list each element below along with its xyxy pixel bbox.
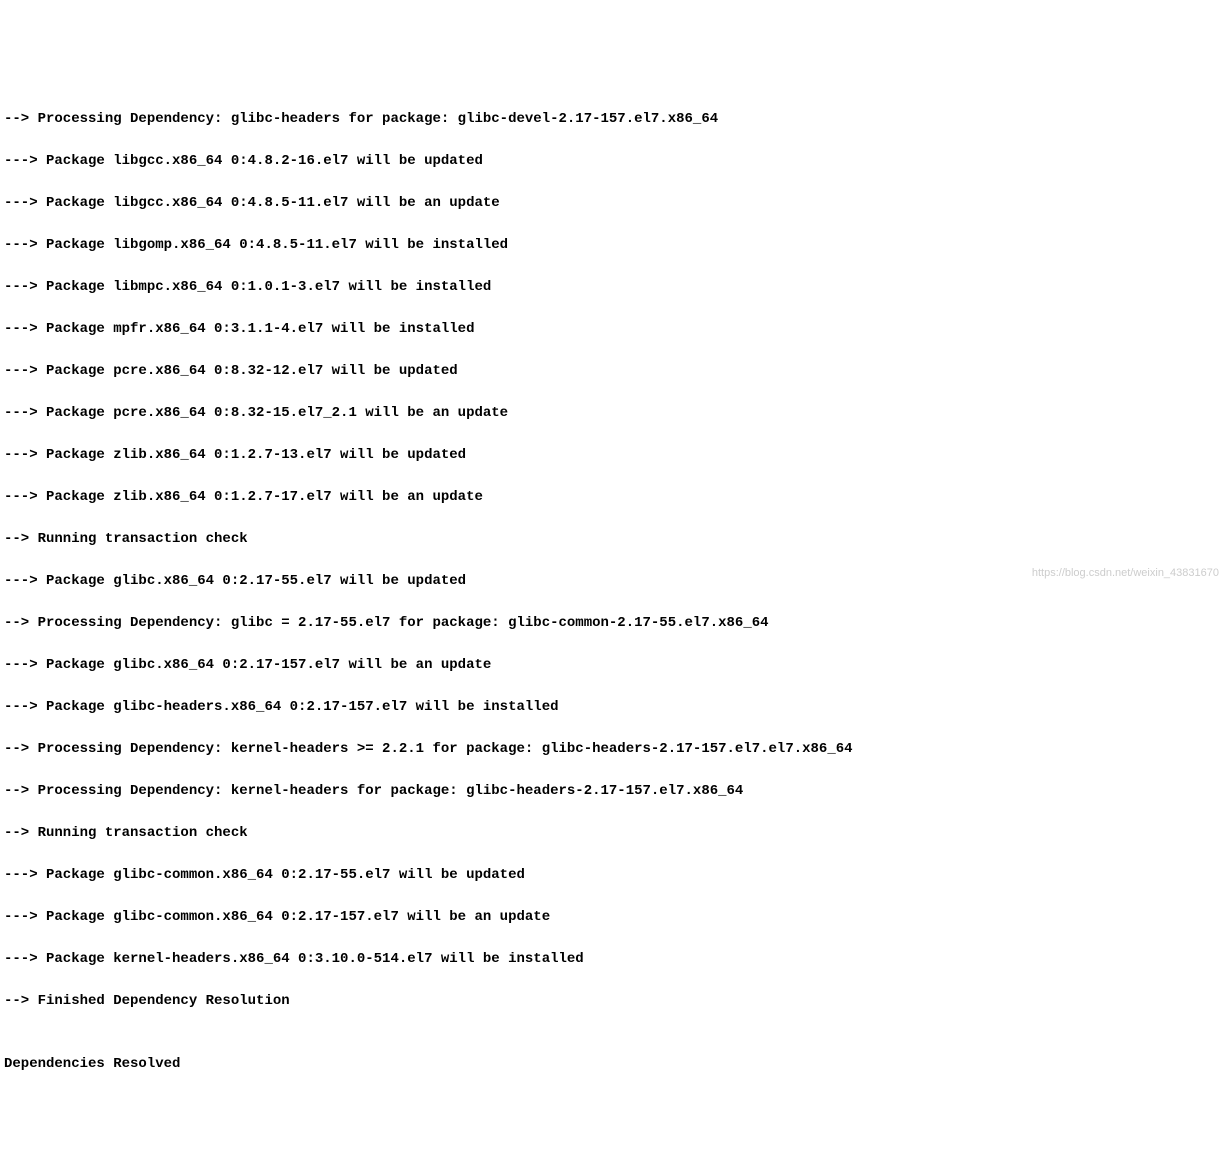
output-line: --> Processing Dependency: kernel-header… bbox=[4, 781, 1225, 802]
output-line: ---> Package zlib.x86_64 0:1.2.7-17.el7 … bbox=[4, 487, 1225, 508]
output-line: ---> Package libgomp.x86_64 0:4.8.5-11.e… bbox=[4, 235, 1225, 256]
output-line: --> Running transaction check bbox=[4, 823, 1225, 844]
output-line: --> Processing Dependency: glibc = 2.17-… bbox=[4, 613, 1225, 634]
output-line: ---> Package zlib.x86_64 0:1.2.7-13.el7 … bbox=[4, 445, 1225, 466]
output-line: --> Processing Dependency: glibc-headers… bbox=[4, 109, 1225, 130]
watermark-text: https://blog.csdn.net/weixin_43831670 bbox=[1032, 565, 1219, 582]
output-line: ---> Package glibc.x86_64 0:2.17-157.el7… bbox=[4, 655, 1225, 676]
output-line: ---> Package pcre.x86_64 0:8.32-12.el7 w… bbox=[4, 361, 1225, 382]
output-line: ---> Package glibc-headers.x86_64 0:2.17… bbox=[4, 697, 1225, 718]
output-line: --> Finished Dependency Resolution bbox=[4, 991, 1225, 1012]
output-line: --> Processing Dependency: kernel-header… bbox=[4, 739, 1225, 760]
terminal-output: --> Processing Dependency: glibc-headers… bbox=[4, 88, 1225, 1096]
output-line: ---> Package mpfr.x86_64 0:3.1.1-4.el7 w… bbox=[4, 319, 1225, 340]
output-line: ---> Package libgcc.x86_64 0:4.8.5-11.el… bbox=[4, 193, 1225, 214]
output-line: ---> Package glibc-common.x86_64 0:2.17-… bbox=[4, 865, 1225, 886]
output-line: ---> Package kernel-headers.x86_64 0:3.1… bbox=[4, 949, 1225, 970]
output-line: ---> Package libgcc.x86_64 0:4.8.2-16.el… bbox=[4, 151, 1225, 172]
output-line: Dependencies Resolved bbox=[4, 1054, 1225, 1075]
output-line: ---> Package libmpc.x86_64 0:1.0.1-3.el7… bbox=[4, 277, 1225, 298]
output-line: ---> Package glibc-common.x86_64 0:2.17-… bbox=[4, 907, 1225, 928]
output-line: ---> Package pcre.x86_64 0:8.32-15.el7_2… bbox=[4, 403, 1225, 424]
output-line: --> Running transaction check bbox=[4, 529, 1225, 550]
